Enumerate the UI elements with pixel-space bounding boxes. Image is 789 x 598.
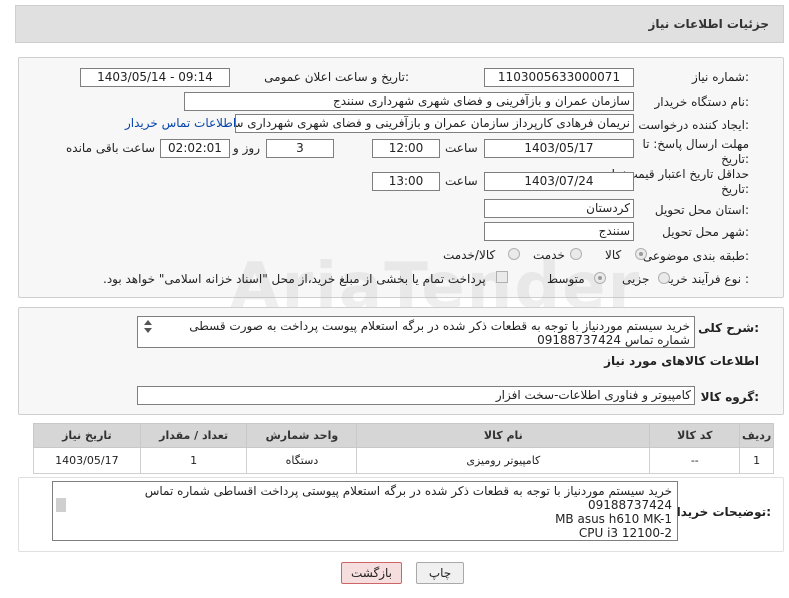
- category-option-goods: کالا: [605, 248, 622, 262]
- treasury-payment-checkbox[interactable]: [496, 271, 508, 283]
- deadline-date-field: 1403/05/17: [484, 139, 634, 158]
- validity-date-field: 1403/07/24: [484, 172, 634, 191]
- remaining-time-label: ساعت باقی مانده: [66, 141, 156, 155]
- buyer-notes-line-1: خرید سیستم موردنیاز با توجه به قطعات ذکر…: [144, 484, 672, 498]
- process-radio-medium[interactable]: [594, 272, 606, 284]
- category-radio-goods-service[interactable]: [508, 248, 520, 260]
- page-header: جزئیات اطلاعات نیاز: [15, 5, 784, 43]
- need-number-field: 1103005633000071: [484, 68, 634, 87]
- city-label: شهر محل تحویل:: [662, 225, 749, 239]
- announce-datetime-label: تاریخ و ساعت اعلان عمومی:: [264, 70, 409, 84]
- cell-goods-code: --: [649, 447, 741, 474]
- days-label: روز و: [233, 141, 260, 155]
- cell-row-number: 1: [739, 447, 774, 474]
- remaining-time-field: 02:02:01: [160, 139, 230, 158]
- col-quantity: تعداد / مقدار: [139, 423, 248, 448]
- need-number-label: شماره نیاز:: [691, 70, 749, 84]
- requester-field: نریمان فرهادی کارپرداز سازمان عمران و با…: [235, 114, 634, 133]
- col-goods-name: نام کالا: [356, 423, 651, 448]
- table-row: 1 -- کامپیوتر رومیزی دستگاه 1 1403/05/17: [33, 447, 774, 474]
- description-textarea[interactable]: خرید سیستم موردنیاز با توجه به قطعات ذکر…: [137, 316, 695, 348]
- category-option-goods-service: کالا/خدمت: [443, 248, 496, 262]
- print-button[interactable]: چاپ: [416, 562, 464, 584]
- process-option-minor: جزیی: [622, 272, 650, 286]
- description-line-2: شماره تماس 09188737424: [537, 333, 690, 347]
- process-option-medium: متوسط: [547, 272, 585, 286]
- buyer-notes-line-3: MB asus h610 MK-1: [555, 512, 672, 526]
- buyer-org-label: نام دستگاه خریدار:: [654, 95, 750, 109]
- province-label: استان محل تحویل:: [654, 203, 749, 217]
- scrollbar-track[interactable]: [55, 486, 67, 538]
- validity-time-label: ساعت: [445, 174, 478, 188]
- goods-group-field: کامپیوتر و فناوری اطلاعات-سخت افزار: [137, 386, 695, 405]
- category-radio-goods[interactable]: [635, 248, 647, 260]
- process-label: نوع فرآیند خرید :: [664, 272, 749, 286]
- buyer-contact-link[interactable]: اطلاعات تماس خریدار: [125, 116, 236, 130]
- province-field: کردستان: [484, 199, 634, 218]
- buyer-notes-line-4: CPU i3 12100-2: [578, 526, 672, 540]
- col-need-date: تاریخ نیاز: [33, 423, 141, 448]
- treasury-payment-note: پرداخت تمام یا بخشی از مبلغ خرید،از محل …: [103, 272, 486, 286]
- city-field: سنندج: [484, 222, 634, 241]
- col-goods-code: کد کالا: [649, 423, 741, 448]
- deadline-time-field: 12:00: [372, 139, 440, 158]
- category-radio-service[interactable]: [570, 248, 582, 260]
- deadline-label: مهلت ارسال پاسخ: تا: [642, 137, 749, 151]
- back-button[interactable]: بازگشت: [341, 562, 402, 584]
- cell-quantity: 1: [139, 447, 248, 474]
- deadline-time-label: ساعت: [445, 141, 478, 155]
- cell-unit: دستگاه: [246, 447, 358, 474]
- buyer-notes-line-2: 09188737424: [588, 498, 672, 512]
- buyer-org-field: سازمان عمران و بازآفرینی و فضای شهری شهر…: [184, 92, 634, 111]
- scrollbar-thumb[interactable]: [56, 498, 66, 512]
- requester-label: ایجاد کننده درخواست:: [638, 118, 749, 132]
- page-title: جزئیات اطلاعات نیاز: [648, 17, 769, 31]
- validity-date-label: تاریخ:: [721, 182, 749, 196]
- scroll-down-icon[interactable]: [144, 328, 152, 333]
- cell-need-date: 1403/05/17: [33, 447, 141, 474]
- deadline-date-label: تاریخ:: [721, 152, 749, 166]
- process-radio-minor[interactable]: [658, 272, 670, 284]
- goods-table: ردیف کد کالا نام کالا واحد شمارش تعداد /…: [33, 423, 774, 474]
- scroll-up-icon[interactable]: [144, 320, 152, 325]
- description-line-1: خرید سیستم موردنیاز با توجه به قطعات ذکر…: [189, 319, 690, 333]
- table-header-row: ردیف کد کالا نام کالا واحد شمارش تعداد /…: [33, 423, 774, 448]
- buyer-notes-label: توضیحات خریدار:: [669, 505, 771, 519]
- cell-goods-name: کامپیوتر رومیزی: [356, 447, 651, 474]
- col-row-number: ردیف: [739, 423, 774, 448]
- goods-group-label: گروه کالا:: [700, 390, 759, 404]
- goods-section-title: اطلاعات کالاهای مورد نیاز: [604, 354, 759, 368]
- days-field: 3: [266, 139, 334, 158]
- announce-datetime-field: 1403/05/14 - 09:14: [80, 68, 230, 87]
- category-option-service: خدمت: [533, 248, 565, 262]
- validity-time-field: 13:00: [372, 172, 440, 191]
- category-label: طبقه بندی موضوعی:: [642, 249, 749, 263]
- col-unit: واحد شمارش: [246, 423, 358, 448]
- buyer-notes-textarea[interactable]: خرید سیستم موردنیاز با توجه به قطعات ذکر…: [52, 481, 678, 541]
